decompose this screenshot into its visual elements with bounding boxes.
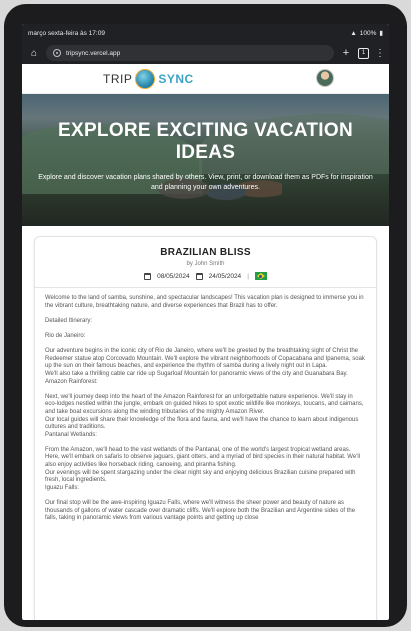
plan-paragraph: Iguazu Falls:	[45, 484, 80, 491]
address-bar[interactable]: tripsync.vercel.app	[46, 45, 334, 61]
battery-icon: ▮	[379, 30, 383, 37]
plan-paragraph: From the Amazon, we'll head to the vast …	[45, 446, 360, 469]
user-avatar[interactable]	[316, 69, 334, 87]
signal-icon: ▲	[350, 29, 357, 37]
site-navbar: TRIP SYNC	[22, 64, 389, 94]
plan-paragraph: We'll also take a thrilling cable car ri…	[45, 370, 348, 377]
vacation-plan-card: BRAZILIAN BLISS by John Smith 08/05/2024…	[34, 236, 377, 620]
hero-title: EXPLORE EXCITING VACATION IDEAS	[58, 120, 353, 163]
home-icon[interactable]: ⌂	[28, 48, 40, 59]
start-date: 08/05/2024	[157, 272, 190, 280]
new-tab-icon[interactable]: +	[340, 47, 352, 59]
plan-paragraph: Pantanal Wetlands:	[45, 431, 97, 438]
url-text: tripsync.vercel.app	[66, 49, 121, 57]
plan-paragraph: Next, we'll journey deep into the heart …	[45, 393, 364, 415]
plan-paragraph: Rio de Janeiro:	[45, 332, 86, 339]
plan-title: BRAZILIAN BLISS	[160, 247, 251, 258]
plan-paragraph: Our adventure begins in the iconic city …	[45, 348, 365, 370]
plan-paragraph: Our local guides will share their knowle…	[45, 416, 359, 431]
plan-paragraph: Our final stop will be the awe-inspiring…	[45, 500, 356, 522]
plan-description: Welcome to the land of samba, sunshine, …	[35, 288, 376, 523]
globe-icon	[135, 69, 156, 89]
battery-level: 100%	[359, 29, 377, 37]
plan-paragraph: Welcome to the land of samba, sunshine, …	[45, 295, 364, 309]
hero-banner: EXPLORE EXCITING VACATION IDEAS Explore …	[22, 94, 389, 226]
tablet-frame: março sexta-feira às 17:09 ▲ 100% ▮ ⌂ tr…	[4, 4, 407, 627]
separator: |	[247, 272, 249, 280]
brazil-flag-icon	[254, 272, 267, 280]
plan-paragraph: Amazon Rainforest:	[45, 378, 98, 385]
tripsync-logo[interactable]: TRIP SYNC	[103, 69, 194, 89]
tab-switcher-button[interactable]: 1	[358, 47, 369, 59]
logo-trip-text: TRIP	[103, 72, 133, 86]
screen: março sexta-feira às 17:09 ▲ 100% ▮ ⌂ tr…	[22, 24, 389, 620]
end-date: 24/05/2024	[208, 272, 242, 280]
site-info-icon[interactable]	[53, 49, 61, 57]
plan-paragraph: Our evenings will be spent stargazing un…	[45, 469, 356, 484]
plan-paragraph: Detailed Itinerary:	[45, 317, 93, 324]
more-menu-icon[interactable]: ⋮	[375, 48, 385, 59]
status-bar: março sexta-feira às 17:09 ▲ 100% ▮	[22, 24, 389, 42]
status-time: março sexta-feira às 17:09	[28, 29, 105, 37]
browser-toolbar: ⌂ tripsync.vercel.app + 1 ⋮	[22, 42, 389, 64]
plan-author: by John Smith	[186, 261, 225, 267]
calendar-icon	[144, 272, 152, 280]
plan-dates: 08/05/2024 24/05/2024 |	[35, 272, 376, 280]
status-icons: ▲ 100% ▮	[350, 29, 383, 38]
calendar-icon	[195, 272, 203, 280]
hero-subtitle: Explore and discover vacation plans shar…	[38, 174, 373, 191]
logo-sync-text: SYNC	[158, 72, 194, 86]
